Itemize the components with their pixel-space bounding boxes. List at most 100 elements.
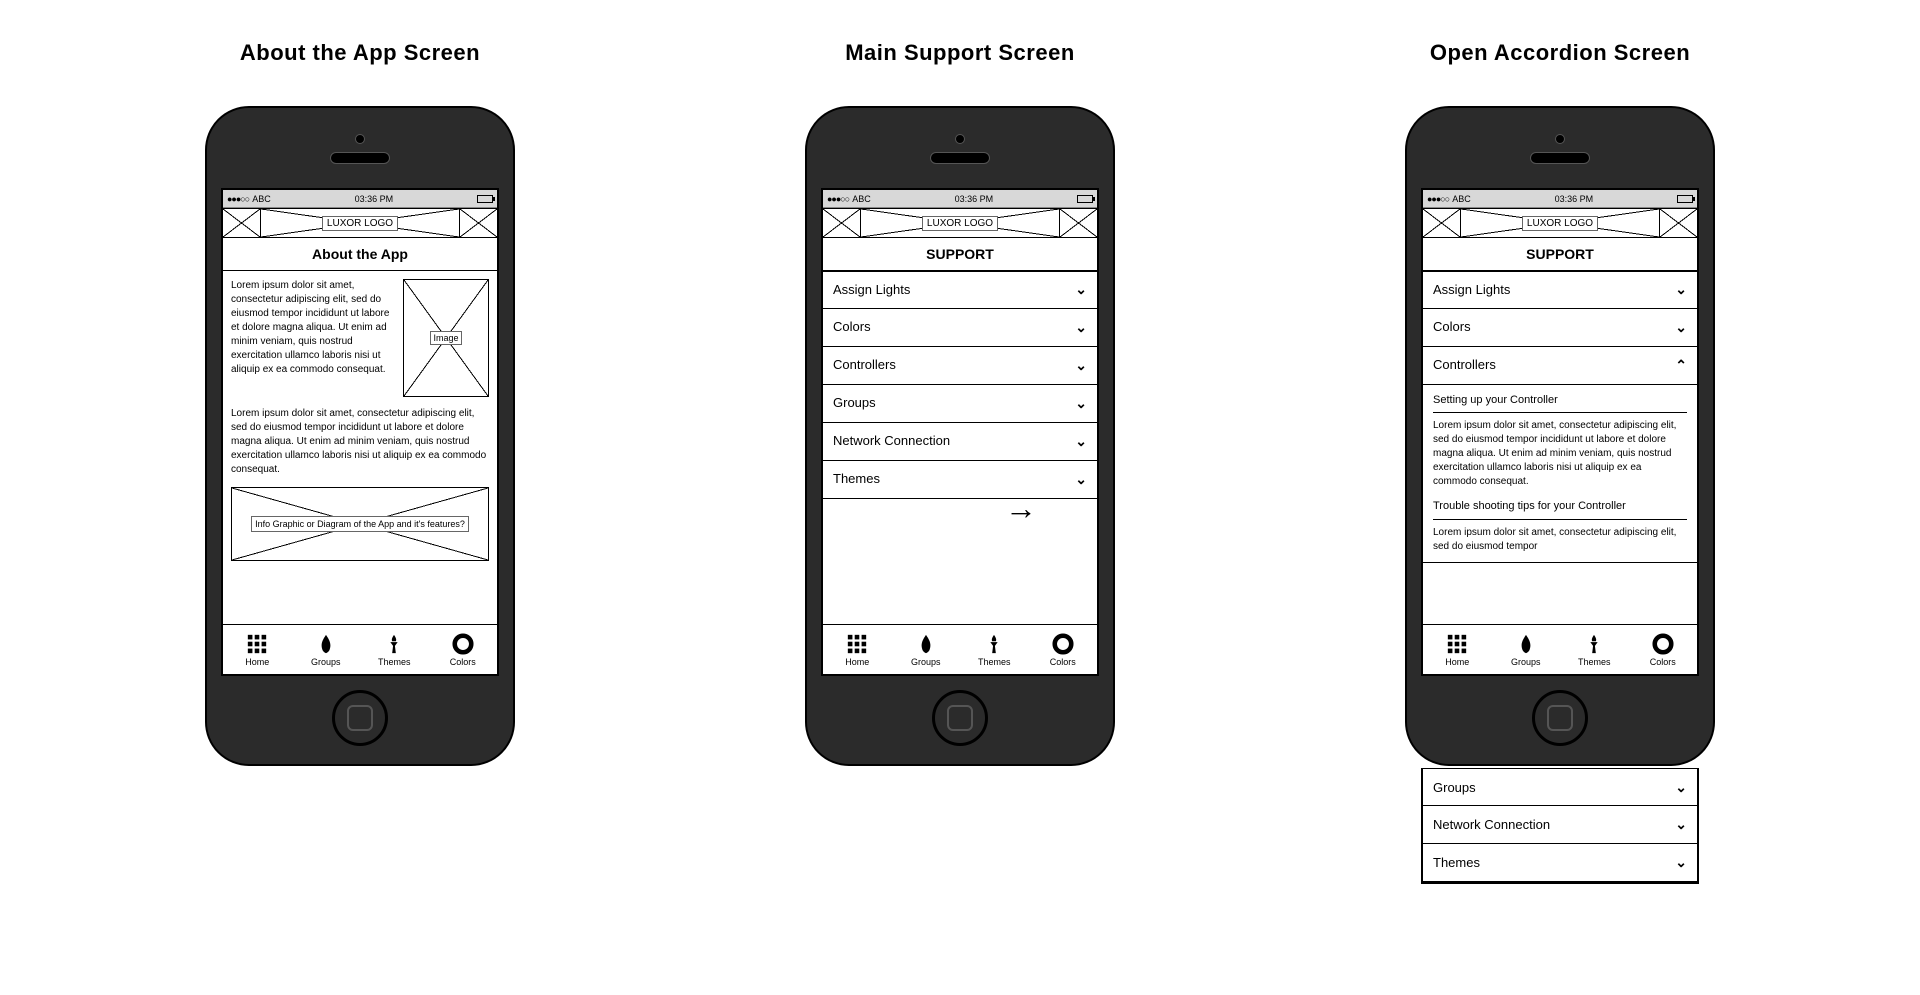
tab-groups[interactable]: Groups — [1492, 625, 1561, 674]
grid-icon — [246, 633, 268, 655]
accordion-row-groups[interactable]: Groups ⌄ — [823, 385, 1097, 423]
phone-screen: ●●●○○ ABC 03:36 PM LUXOR LOGO SUPPORT As… — [821, 188, 1099, 676]
image-label: Image — [430, 331, 461, 346]
tab-themes[interactable]: Themes — [960, 625, 1029, 674]
accordion-row-groups[interactable]: Groups⌄ — [1423, 768, 1697, 806]
tab-home-label: Home — [1445, 657, 1469, 667]
phone-top-hardware — [207, 134, 513, 164]
accordion-body-text-2: Lorem ipsum dolor sit amet, consectetur … — [1433, 526, 1687, 554]
carrier-label: ABC — [1452, 194, 1471, 204]
tab-home[interactable]: Home — [223, 625, 292, 674]
tab-themes[interactable]: Themes — [360, 625, 429, 674]
home-button[interactable] — [932, 690, 988, 746]
flame-icon — [915, 633, 937, 655]
tab-bar: Home Groups Themes Colors — [1423, 624, 1697, 674]
row-label: Network Connection — [1433, 817, 1550, 832]
earpiece-icon — [1530, 152, 1590, 164]
phone-frame: ●●●○○ ABC 03:36 PM LUXOR LOGO SUPPORT As… — [1405, 106, 1715, 766]
tab-home[interactable]: Home — [823, 625, 892, 674]
accordion-row-controllers[interactable]: Controllers⌃ — [1423, 347, 1697, 385]
logo-text: LUXOR LOGO — [1522, 216, 1598, 231]
chevron-down-icon: ⌄ — [1075, 470, 1087, 490]
logo-side-left — [823, 209, 861, 237]
battery-icon — [1077, 195, 1093, 203]
chevron-down-icon: ⌄ — [1675, 318, 1687, 338]
home-button[interactable] — [1532, 690, 1588, 746]
screen-title: About the App Screen — [240, 40, 480, 66]
grid-icon — [846, 633, 868, 655]
chevron-down-icon: ⌄ — [1075, 394, 1087, 414]
tab-colors[interactable]: Colors — [429, 625, 498, 674]
tab-groups[interactable]: Groups — [292, 625, 361, 674]
phone-screen: ●●●○○ ABC 03:36 PM LUXOR LOGO SUPPORT As… — [1421, 188, 1699, 676]
row-label: Groups — [833, 394, 876, 412]
accordion-row-themes[interactable]: Themes⌄ — [1423, 844, 1697, 882]
tab-colors[interactable]: Colors — [1029, 625, 1098, 674]
logo-side-left — [1423, 209, 1461, 237]
battery-icon — [477, 195, 493, 203]
accordion-row-colors[interactable]: Colors⌄ — [1423, 309, 1697, 347]
tab-bar: Home Groups Themes Colors — [223, 624, 497, 674]
status-bar: ●●●○○ ABC 03:36 PM — [1423, 190, 1697, 208]
row-label: Controllers — [1433, 356, 1496, 374]
battery-icon — [1677, 195, 1693, 203]
color-wheel-icon — [452, 633, 474, 655]
tab-themes[interactable]: Themes — [1560, 625, 1629, 674]
tab-themes-label: Themes — [1578, 657, 1611, 667]
logo-side-right — [459, 209, 497, 237]
row-label: Themes — [833, 470, 880, 488]
about-content: Lorem ipsum dolor sit amet, consectetur … — [223, 271, 497, 624]
clock-label: 03:36 PM — [355, 194, 394, 204]
row-label: Network Connection — [833, 432, 950, 450]
accordion-row-network[interactable]: Network Connection ⌄ — [1423, 806, 1697, 844]
torch-icon — [983, 633, 1005, 655]
support-list: Assign Lights⌄ Colors⌄ Controllers⌄ Grou… — [823, 271, 1097, 624]
accordion-row-network[interactable]: Network Connection⌄ — [823, 423, 1097, 461]
camera-icon — [955, 134, 965, 144]
flame-icon — [315, 633, 337, 655]
tab-home[interactable]: Home — [1423, 625, 1492, 674]
logo-text: LUXOR LOGO — [922, 216, 998, 231]
signal-dots-icon: ●●●○○ — [227, 194, 249, 204]
torch-icon — [1583, 633, 1605, 655]
status-bar: ●●●○○ ABC 03:36 PM — [823, 190, 1097, 208]
home-button[interactable] — [332, 690, 388, 746]
status-bar: ●●●○○ ABC 03:36 PM — [223, 190, 497, 208]
page-title: SUPPORT — [1423, 238, 1697, 271]
row-label: Assign Lights — [833, 281, 910, 299]
infographic-label: Info Graphic or Diagram of the App and i… — [251, 516, 469, 533]
grid-icon — [1446, 633, 1468, 655]
page-title: SUPPORT — [823, 238, 1097, 271]
accordion-row-assign-lights[interactable]: Assign Lights ⌄ — [823, 271, 1097, 309]
accordion-row-colors[interactable]: Colors ⌄ — [823, 309, 1097, 347]
tab-groups[interactable]: Groups — [892, 625, 961, 674]
overflow-accordion-rows: Groups⌄ Network Connection ⌄ Themes⌄ — [1421, 768, 1699, 884]
chevron-down-icon: ⌄ — [1675, 854, 1687, 871]
support-list-expanded: Assign Lights⌄ Colors⌄ Controllers⌃ Sett… — [1423, 271, 1697, 624]
logo-placeholder: LUXOR LOGO — [1461, 209, 1659, 237]
chevron-down-icon: ⌄ — [1675, 280, 1687, 300]
accordion-row-controllers[interactable]: Controllers⌄ — [823, 347, 1097, 385]
support-screen-column: Main Support Screen ●●●○○ ABC 03:36 PM L… — [760, 40, 1160, 766]
logo-placeholder: LUXOR LOGO — [861, 209, 1059, 237]
accordion-screen-column: Open Accordion Screen ●●●○○ ABC 03:36 PM — [1360, 40, 1760, 766]
row-label: Colors — [833, 318, 871, 336]
image-placeholder: Image — [403, 279, 489, 397]
earpiece-icon — [930, 152, 990, 164]
tab-themes-label: Themes — [378, 657, 411, 667]
chevron-down-icon: ⌄ — [1075, 318, 1087, 338]
chevron-down-icon: ⌄ — [1675, 816, 1687, 833]
chevron-down-icon: ⌄ — [1075, 280, 1087, 300]
color-wheel-icon — [1052, 633, 1074, 655]
accordion-row-themes[interactable]: Themes ⌄ — [823, 461, 1097, 499]
tab-colors[interactable]: Colors — [1629, 625, 1698, 674]
accordion-row-assign-lights[interactable]: Assign Lights⌄ — [1423, 271, 1697, 309]
phone-frame: ●●●○○ ABC 03:36 PM LUXOR LOGO SUPPORT As… — [805, 106, 1115, 766]
logo-side-left — [223, 209, 261, 237]
row-label: Controllers — [833, 356, 896, 374]
carrier-label: ABC — [252, 194, 271, 204]
transition-arrow-icon: → — [1005, 490, 1037, 527]
clock-label: 03:36 PM — [1555, 194, 1594, 204]
screen-title: Main Support Screen — [845, 40, 1075, 66]
tab-home-label: Home — [245, 657, 269, 667]
